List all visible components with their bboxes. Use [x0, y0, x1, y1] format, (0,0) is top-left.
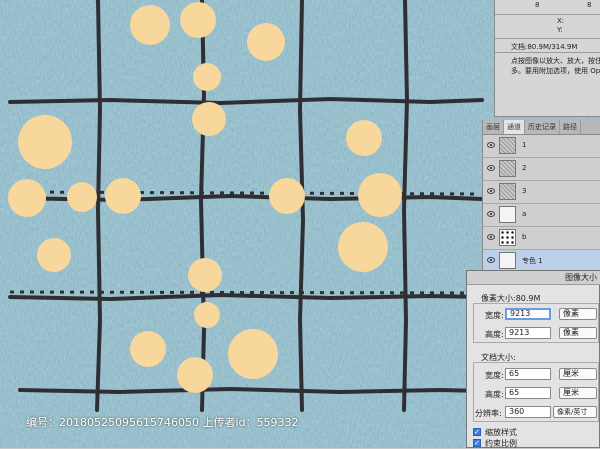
channel-row-1[interactable]: 1: [483, 135, 600, 158]
doc-width-label: 宽度:: [485, 371, 504, 380]
channel-thumbnail: [499, 183, 516, 200]
tab-layers[interactable]: 画层: [483, 120, 504, 134]
channel-name: b: [522, 233, 527, 241]
tab-paths[interactable]: 路径: [560, 120, 581, 134]
resolution-unit-select[interactable]: 像素/英寸: [553, 406, 597, 418]
channel-thumbnail: [499, 229, 516, 246]
channel-row-b[interactable]: b: [483, 227, 600, 250]
channel-thumbnail: [499, 137, 516, 154]
panel-tabs: 画层 通道 历史记录 路径: [483, 120, 600, 135]
image-size-dialog: 图像大小 像素大小:80.9M 宽度: 9213 像素 高度: 9213 像素 …: [466, 270, 600, 448]
visibility-eye-icon[interactable]: [487, 142, 495, 148]
visibility-eye-icon[interactable]: [487, 257, 495, 263]
tab-history[interactable]: 历史记录: [525, 120, 560, 134]
channel-thumbnail: [499, 206, 516, 223]
scale-styles-label: 缩放样式: [485, 428, 517, 437]
pixel-width-input[interactable]: 9213: [505, 308, 551, 320]
pixel-width-unit-select[interactable]: 像素: [559, 308, 597, 320]
pixel-width-label: 宽度:: [485, 311, 504, 320]
visibility-eye-icon[interactable]: [487, 165, 495, 171]
info-panel: 8 8 X: Y: 文档:80.9M/314.9M 点按图像以放大、放大，按住拖…: [494, 0, 600, 117]
info-y-label: Y:: [557, 26, 563, 34]
constrain-proportions-label: 约束比例: [485, 439, 517, 448]
pixel-height-unit-select[interactable]: 像素: [559, 327, 597, 339]
info-hint-line2: 多。要用附加选项，使用 Opt 和: [511, 67, 600, 75]
resolution-label: 分辨率:: [475, 409, 502, 418]
channels-panel: 画层 通道 历史记录 路径 1 2 3 a b 专色 1: [482, 120, 600, 274]
constrain-proportions-checkbox[interactable]: ✓: [473, 439, 481, 447]
channel-name: 3: [522, 187, 527, 195]
info-row1-value: 8: [535, 1, 540, 9]
info-x-label: X:: [557, 17, 565, 25]
visibility-eye-icon[interactable]: [487, 234, 495, 240]
channel-name: 2: [522, 164, 527, 172]
channel-row-2[interactable]: 2: [483, 158, 600, 181]
channel-name: a: [522, 210, 527, 218]
info-hint-line1: 点按图像以放大、放大，按住拖移以: [511, 57, 600, 65]
info-row1b-value: 8: [587, 1, 592, 9]
doc-width-input[interactable]: 65: [505, 368, 551, 380]
resolution-input[interactable]: 360: [505, 406, 551, 418]
scale-styles-checkbox[interactable]: ✓: [473, 428, 481, 436]
visibility-eye-icon[interactable]: [487, 188, 495, 194]
tab-channels[interactable]: 通道: [504, 120, 525, 134]
pixel-height-input[interactable]: 9213: [505, 327, 551, 339]
channel-row-3[interactable]: 3: [483, 181, 600, 204]
visibility-eye-icon[interactable]: [487, 211, 495, 217]
channel-thumbnail: [499, 160, 516, 177]
info-doc-size: 文档:80.9M/314.9M: [511, 43, 578, 51]
dialog-title: 图像大小: [467, 271, 600, 285]
doc-height-input[interactable]: 65: [505, 387, 551, 399]
pixel-height-label: 高度:: [485, 330, 504, 339]
channel-row-a[interactable]: a: [483, 204, 600, 227]
image-id-caption: 编号：20180525095615746050 上传者id：559332: [26, 416, 299, 429]
doc-height-label: 高度:: [485, 390, 504, 399]
channel-name: 专色 1: [522, 257, 543, 265]
channel-name: 1: [522, 141, 527, 149]
doc-height-unit-select[interactable]: 厘米: [559, 387, 597, 399]
doc-width-unit-select[interactable]: 厘米: [559, 368, 597, 380]
channel-thumbnail: [499, 252, 516, 269]
